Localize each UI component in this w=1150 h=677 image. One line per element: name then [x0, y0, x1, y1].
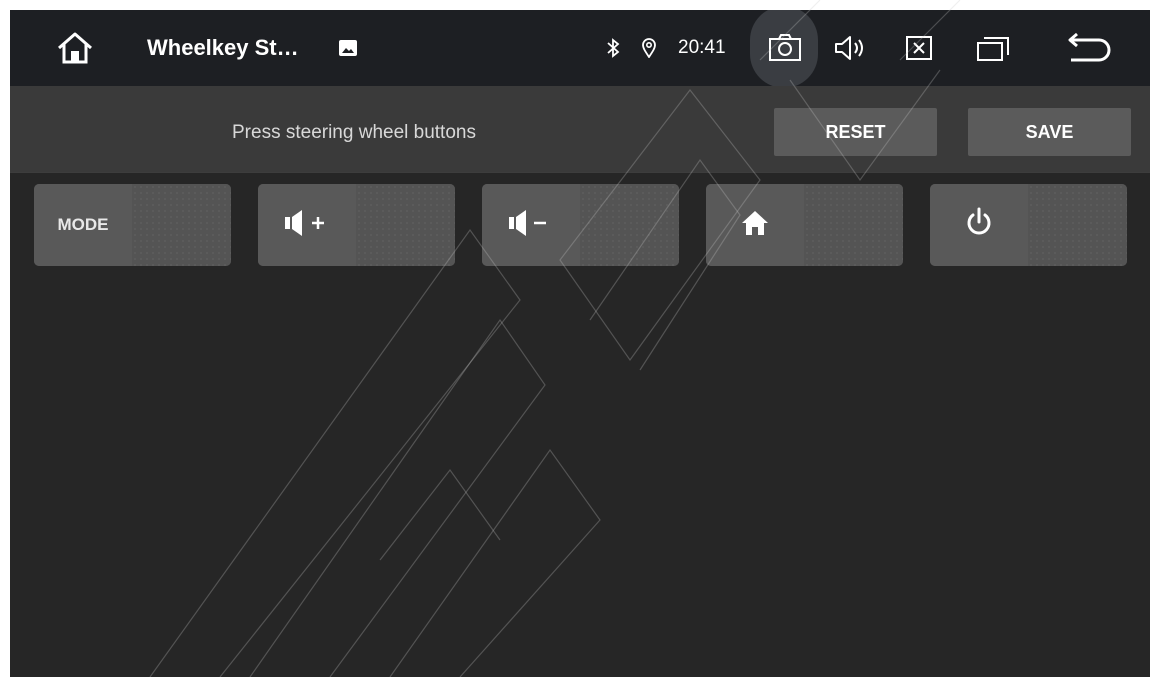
toolbar: Press steering wheel buttons RESET SAVE: [10, 86, 1150, 172]
key-mode-face: MODE: [34, 184, 132, 266]
volume-up-icon: [282, 208, 332, 243]
volume-icon[interactable]: [830, 10, 870, 86]
instruction-text: Press steering wheel buttons: [232, 122, 476, 143]
key-home-slot: [804, 184, 903, 266]
key-home[interactable]: [706, 184, 903, 266]
key-volume-down-slot: [580, 184, 679, 266]
volume-down-icon: [506, 208, 556, 243]
key-power[interactable]: [930, 184, 1127, 266]
reset-button[interactable]: RESET: [774, 108, 937, 156]
key-home-face: [706, 184, 804, 266]
camera-icon[interactable]: [765, 10, 805, 86]
power-icon: [964, 207, 994, 244]
close-window-icon[interactable]: [899, 10, 939, 86]
key-mode-slot: [132, 184, 231, 266]
home-icon[interactable]: [50, 10, 100, 86]
back-icon[interactable]: [1062, 10, 1114, 86]
key-power-slot: [1028, 184, 1127, 266]
key-volume-up[interactable]: [258, 184, 455, 266]
key-mode-label: MODE: [57, 215, 109, 234]
status-bar: Wheelkey St… 20:41: [10, 10, 1150, 88]
image-icon: [337, 10, 359, 86]
key-volume-up-face: [258, 184, 356, 266]
location-icon: [638, 10, 660, 86]
clock: 20:41: [678, 37, 726, 58]
bluetooth-icon: [602, 10, 624, 86]
app-title: Wheelkey St…: [147, 35, 299, 60]
home-icon: [740, 209, 770, 242]
screen: Wheelkey St… 20:41 Press steering wheel …: [10, 10, 1150, 677]
recent-apps-icon[interactable]: [970, 10, 1016, 86]
key-mode[interactable]: MODE: [34, 184, 231, 266]
key-power-face: [930, 184, 1028, 266]
key-volume-down[interactable]: [482, 184, 679, 266]
key-volume-down-face: [482, 184, 580, 266]
key-volume-up-slot: [356, 184, 455, 266]
save-button[interactable]: SAVE: [968, 108, 1131, 156]
